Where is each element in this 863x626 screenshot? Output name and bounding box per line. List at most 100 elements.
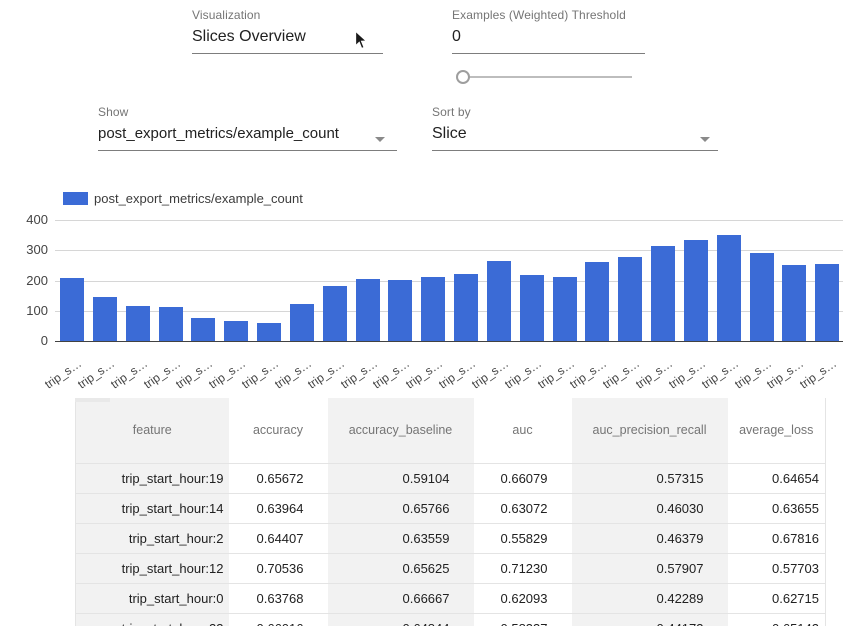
table-header-auc[interactable]: auc <box>474 398 572 445</box>
table-cell: 0.64844 <box>328 614 474 626</box>
table-cell: trip_start_hour:14 <box>76 494 229 524</box>
table-row-trip_start_hour:19[interactable]: trip_start_hour:190.656720.591040.660790… <box>76 464 826 494</box>
threshold-slider-track[interactable] <box>458 76 632 78</box>
bar-slice-23[interactable] <box>815 264 839 341</box>
table-cell: trip_start_hour:12 <box>76 554 229 584</box>
table-row-trip_start_hour:14[interactable]: trip_start_hour:140.639640.657660.630720… <box>76 494 826 524</box>
table-filter-cell-auc_precision_recall <box>572 445 728 464</box>
table-header-average_loss[interactable]: average_loss <box>728 398 826 445</box>
table-filter-cell-feature <box>76 445 229 464</box>
x-axis-labels: trip_s…trip_s…trip_s…trip_s…trip_s…trip_… <box>0 345 863 398</box>
metrics-table: featureaccuracyaccuracy_baselineaucauc_p… <box>75 398 826 626</box>
bar-slice-1[interactable] <box>93 297 117 341</box>
table-cell: 0.58337 <box>474 614 572 626</box>
table-row-trip_start_hour:23[interactable]: trip_start_hour:230.660160.648440.583370… <box>76 614 826 626</box>
table-cell: 0.65142 <box>728 614 826 626</box>
y-axis-tick-label: 100 <box>18 303 48 319</box>
table-cell: 0.62093 <box>474 584 572 614</box>
visualization-label: Visualization <box>192 8 383 22</box>
threshold-slider-handle[interactable] <box>456 70 470 84</box>
bar-slice-10[interactable] <box>388 280 412 341</box>
y-axis-tick-label: 300 <box>18 242 48 258</box>
legend-swatch <box>63 192 88 205</box>
table-filter-cell-auc <box>474 445 572 464</box>
sort-by-select[interactable]: Sort by Slice <box>432 105 718 151</box>
chevron-down-icon[interactable] <box>700 137 710 142</box>
table-cell: 0.42289 <box>572 584 728 614</box>
table-header-accuracy_baseline[interactable]: accuracy_baseline <box>328 398 474 445</box>
bar-slice-12[interactable] <box>454 274 478 341</box>
table-cell: 0.70536 <box>229 554 328 584</box>
table-cell: 0.66667 <box>328 584 474 614</box>
table-cell: 0.57315 <box>572 464 728 494</box>
table-filter-cell-accuracy_baseline <box>328 445 474 464</box>
slices-bar-chart: 0100200300400 trip_s…trip_s…trip_s…trip_… <box>0 210 863 398</box>
bar-slice-4[interactable] <box>191 318 215 341</box>
table-cell: 0.66016 <box>229 614 328 626</box>
table-cell: 0.59104 <box>328 464 474 494</box>
bar-slice-3[interactable] <box>159 307 183 341</box>
threshold-label: Examples (Weighted) Threshold <box>452 8 645 22</box>
table-cell: 0.66079 <box>474 464 572 494</box>
bar-slice-20[interactable] <box>717 235 741 341</box>
table-cell: trip_start_hour:23 <box>76 614 229 626</box>
table-cell: trip_start_hour:19 <box>76 464 229 494</box>
bar-slice-0[interactable] <box>60 278 84 341</box>
threshold-input[interactable]: Examples (Weighted) Threshold 0 <box>452 8 645 54</box>
table-cell: 0.63768 <box>229 584 328 614</box>
bar-slice-7[interactable] <box>290 304 314 341</box>
bar-slice-9[interactable] <box>356 279 380 341</box>
mouse-cursor-icon <box>354 30 369 56</box>
chevron-down-icon[interactable] <box>375 137 385 142</box>
table-header-accuracy[interactable]: accuracy <box>229 398 328 445</box>
chart-legend: post_export_metrics/example_count <box>63 191 303 206</box>
table-cell: 0.67816 <box>728 524 826 554</box>
table-cell: 0.46030 <box>572 494 728 524</box>
bar-slice-16[interactable] <box>585 262 609 341</box>
show-label: Show <box>98 105 397 119</box>
y-axis-tick-label: 400 <box>18 212 48 228</box>
table-header-auc_precision_recall[interactable]: auc_precision_recall <box>572 398 728 445</box>
table-cell: 0.62715 <box>728 584 826 614</box>
table-cell: trip_start_hour:0 <box>76 584 229 614</box>
bar-slice-17[interactable] <box>618 257 642 341</box>
table-cell: 0.63559 <box>328 524 474 554</box>
bar-slice-5[interactable] <box>224 321 248 341</box>
table-row-trip_start_hour:2[interactable]: trip_start_hour:20.644070.635590.55829 0.… <box>76 524 826 554</box>
bar-slice-13[interactable] <box>487 261 511 341</box>
table-row-trip_start_hour:12[interactable]: trip_start_hour:120.705360.656250.712300… <box>76 554 826 584</box>
bar-slice-19[interactable] <box>684 240 708 341</box>
table-cell: 0.44173 <box>572 614 728 626</box>
table-cell: 0.64654 <box>728 464 826 494</box>
table-cell: 0.71230 <box>474 554 572 584</box>
table-cell: 0.64407 <box>229 524 328 554</box>
table-cell: 0.63655 <box>728 494 826 524</box>
bar-slice-11[interactable] <box>421 277 445 341</box>
table-cell: 0.65672 <box>229 464 328 494</box>
bar-slice-15[interactable] <box>553 277 577 341</box>
bar-slice-21[interactable] <box>750 253 774 341</box>
bar-slice-14[interactable] <box>520 275 544 341</box>
table-filter-row <box>76 445 826 464</box>
table-cell: 0.63072 <box>474 494 572 524</box>
metrics-table-container: featureaccuracyaccuracy_baselineaucauc_p… <box>75 398 825 626</box>
table-cell: trip_start_hour:2 <box>76 524 229 554</box>
bar-slice-22[interactable] <box>782 265 806 341</box>
table-row-trip_start_hour:0[interactable]: trip_start_hour:00.637680.666670.620930.… <box>76 584 826 614</box>
legend-label: post_export_metrics/example_count <box>94 191 303 206</box>
bar-slice-2[interactable] <box>126 306 150 341</box>
sort-by-label: Sort by <box>432 105 718 119</box>
show-value: post_export_metrics/example_count <box>98 125 397 142</box>
threshold-value: 0 <box>452 28 645 46</box>
y-axis-tick-label: 200 <box>18 273 48 289</box>
bar-slice-8[interactable] <box>323 286 347 341</box>
show-metric-select[interactable]: Show post_export_metrics/example_count <box>98 105 397 151</box>
bar-slice-6[interactable] <box>257 323 281 341</box>
tfma-slicing-metrics-view: Visualization Slices Overview Examples (… <box>0 0 863 626</box>
sort-by-value: Slice <box>432 125 718 143</box>
table-header-feature[interactable]: feature <box>76 398 229 445</box>
table-filter-cell-average_loss <box>728 445 826 464</box>
table-cell: 0.55829 <box>474 524 572 554</box>
bar-slice-18[interactable] <box>651 246 675 341</box>
table-scroll-notch <box>75 398 110 402</box>
